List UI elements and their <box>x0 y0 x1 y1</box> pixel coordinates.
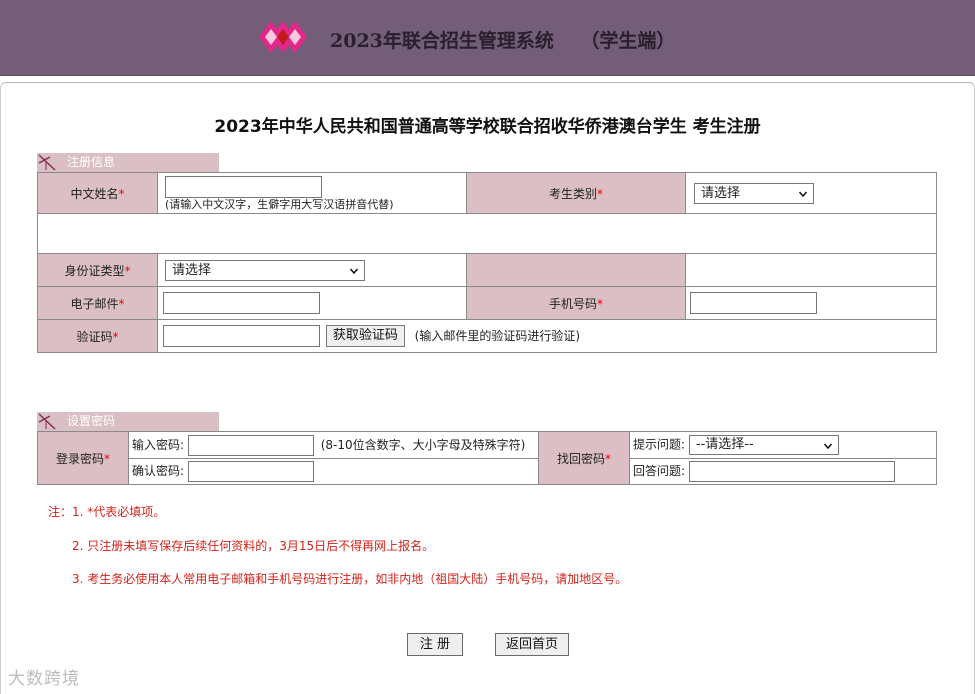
question-cell: 提示问题: --请选择-- <box>629 431 937 459</box>
id-type-label: 身份证类型 <box>64 263 125 278</box>
note-2: 2. 只注册未填写保存后续任何资料的，3月15日后不得再网上报名。 <box>72 539 435 553</box>
enter-password-cell: 输入密码: (8-10位含数字、大小字母及特殊字符) <box>128 431 539 459</box>
chinese-name-hint: (请输入中文汉字，生僻字用大写汉语拼音代替) <box>165 198 394 211</box>
back-home-button[interactable]: 返回首页 <box>495 633 569 656</box>
phone-label: 手机号码 <box>548 296 597 311</box>
candidate-type-selected: 请选择 <box>701 185 741 201</box>
section-tab-label: 设置密码 <box>67 414 116 428</box>
section-tab-password: 设置密码 <box>37 412 219 431</box>
confirm-password-cell: 确认密码: <box>128 458 539 485</box>
candidate-type-label: 考生类别 <box>548 186 597 201</box>
id-type-label-cell: 身份证类型* <box>37 253 158 287</box>
note-3: 3. 考生务必使用本人常用电子邮箱和手机号码进行注册，如非内地（祖国大陆）手机号… <box>72 572 628 586</box>
register-info-table: 中文姓名* (请输入中文汉字，生僻字用大写汉语拼音代替) 考生类别* 请选择 身… <box>37 172 937 353</box>
chevron-down-icon <box>799 191 807 197</box>
watermark: 大数跨境 <box>8 664 80 689</box>
login-password-label-cell: 登录密码* <box>37 431 129 485</box>
app-title: 2023年联合招生管理系统 （学生端） <box>330 30 676 52</box>
empty-row <box>37 213 937 254</box>
question-label: 提示问题: <box>633 437 686 452</box>
note-1: 注：1. *代表必填项。 <box>48 505 166 519</box>
id-type-cell: 请选择 <box>157 253 467 287</box>
recover-password-label-cell: 找回密码* <box>538 431 630 485</box>
confirm-password-label: 确认密码: <box>132 464 185 478</box>
section-flag-icon <box>38 413 56 430</box>
required-mark: * <box>597 296 603 311</box>
chinese-name-label: 中文姓名 <box>70 186 119 201</box>
required-mark: * <box>605 451 611 466</box>
phone-cell <box>685 286 937 320</box>
blank-label-cell <box>466 253 686 287</box>
verification-code-input[interactable] <box>163 325 320 347</box>
password-hint: (8-10位含数字、大小字母及特殊字符) <box>320 437 526 452</box>
email-cell <box>157 286 467 320</box>
chinese-name-label-cell: 中文姓名* <box>37 172 158 214</box>
get-code-button[interactable]: 获取验证码 <box>325 325 405 347</box>
recover-password-label: 找回密码 <box>556 451 605 466</box>
required-mark: * <box>124 263 131 278</box>
email-input[interactable] <box>163 292 320 314</box>
required-mark: * <box>118 186 125 201</box>
candidate-type-label-cell: 考生类别* <box>466 172 686 214</box>
section-tab-register: 注册信息 <box>37 153 219 172</box>
required-mark: * <box>112 329 119 344</box>
phone-label-cell: 手机号码* <box>466 286 686 320</box>
answer-label: 回答问题: <box>633 464 686 478</box>
email-label: 电子邮件 <box>70 296 119 311</box>
candidate-type-cell: 请选择 <box>685 172 937 214</box>
chevron-down-icon <box>350 268 358 274</box>
required-mark: * <box>118 296 125 311</box>
code-cell: 获取验证码 (输入邮件里的验证码进行验证) <box>157 319 937 353</box>
question-selected: --请选择-- <box>695 437 754 452</box>
enter-password-label: 输入密码: <box>132 437 185 452</box>
answer-input[interactable] <box>688 461 895 482</box>
code-label-cell: 验证码* <box>37 319 158 353</box>
section-tab-label: 注册信息 <box>67 155 116 169</box>
section-flag-icon <box>38 154 56 171</box>
security-question-select[interactable]: --请选择-- <box>688 435 839 455</box>
code-hint: (输入邮件里的验证码进行验证) <box>414 328 581 343</box>
id-type-select[interactable]: 请选择 <box>165 259 365 281</box>
blank-value-cell <box>685 253 937 287</box>
app-header: 2023年联合招生管理系统 （学生端） <box>0 0 975 76</box>
watermark-text: 大数跨境 <box>8 669 80 689</box>
page-title: 2023年中华人民共和国普通高等学校联合招收华侨港澳台学生 考生注册 <box>214 117 761 137</box>
candidate-type-select[interactable]: 请选择 <box>694 182 814 204</box>
answer-cell: 回答问题: <box>629 458 937 485</box>
code-label: 验证码 <box>76 329 113 344</box>
login-password-label: 登录密码 <box>55 451 104 466</box>
password-input[interactable] <box>187 434 314 456</box>
register-button[interactable]: 注 册 <box>407 633 463 656</box>
chevron-down-icon <box>823 443 832 450</box>
required-mark: * <box>597 186 603 201</box>
chinese-name-input[interactable] <box>165 176 322 198</box>
logo-icon <box>259 21 307 53</box>
phone-input[interactable] <box>690 292 817 314</box>
confirm-password-input[interactable] <box>187 461 314 482</box>
required-mark: * <box>104 451 110 466</box>
password-table: 登录密码* 输入密码: (8-10位含数字、大小字母及特殊字符) 找回密码* 提… <box>37 431 937 485</box>
email-label-cell: 电子邮件* <box>37 286 158 320</box>
id-type-selected: 请选择 <box>172 262 212 278</box>
chinese-name-cell: (请输入中文汉字，生僻字用大写汉语拼音代替) <box>157 172 467 214</box>
